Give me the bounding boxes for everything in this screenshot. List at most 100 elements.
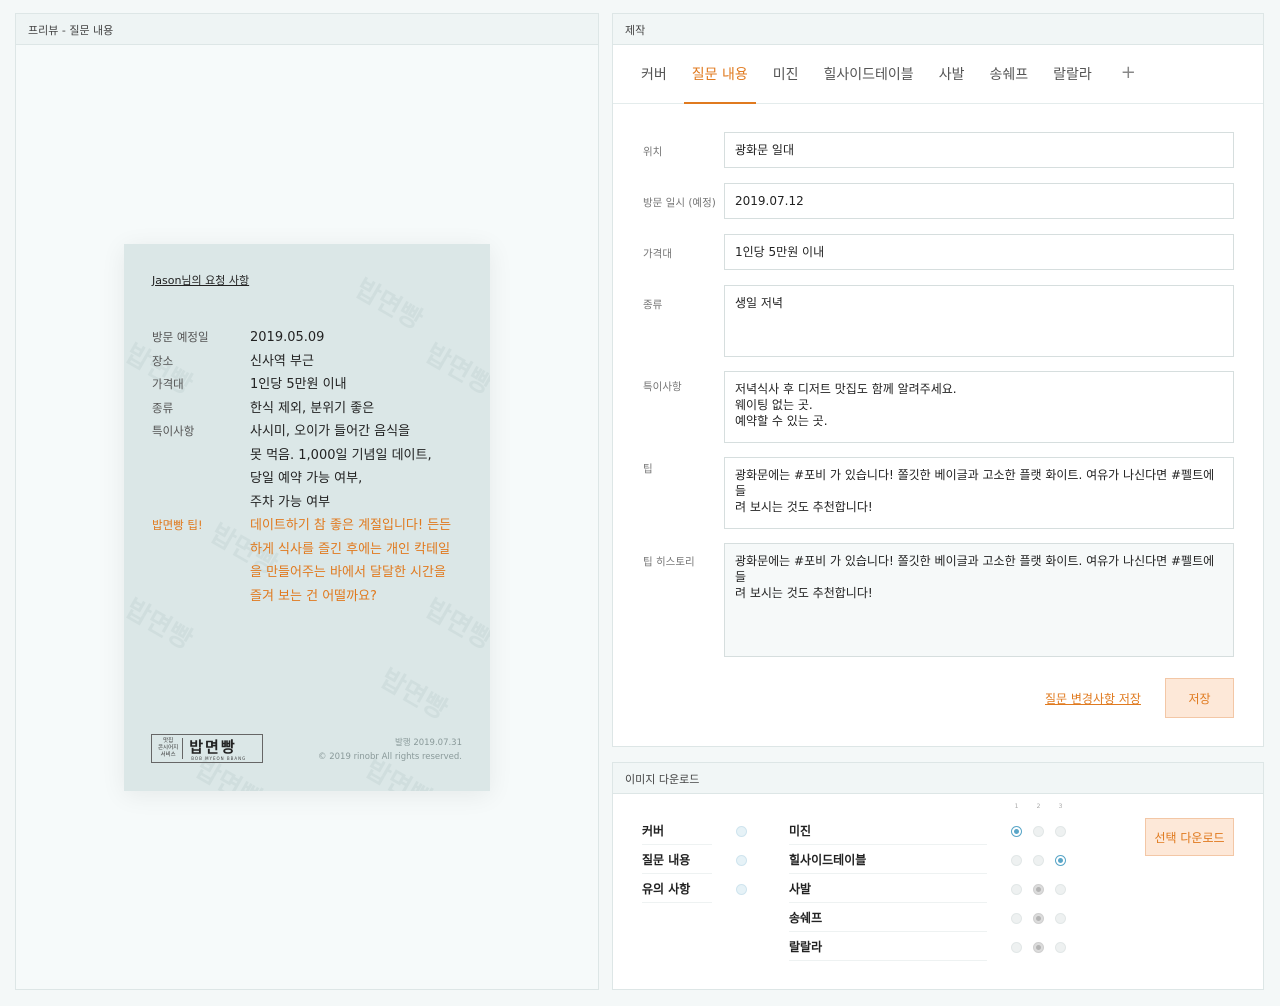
download-item: 유의 사항 — [642, 874, 712, 903]
card-row-line: 당일 예약 가능 여부, — [250, 471, 363, 486]
download-radio[interactable] — [736, 884, 747, 895]
download-radio[interactable] — [1011, 913, 1022, 924]
editor-header: 제작 — [613, 14, 1263, 45]
price-label: 가격대 — [643, 248, 672, 260]
download-item: 송쉐프 — [789, 903, 987, 932]
published-date: 발행 2019.07.31 — [394, 738, 462, 748]
tab-사발[interactable]: 사발 — [931, 46, 973, 103]
type-label: 종류 — [643, 299, 663, 311]
card-row-line: 주차 가능 여부 — [250, 494, 331, 510]
notes-textarea[interactable]: 저녁식사 후 디저트 맛집도 함께 알려주세요. 웨이팅 없는 곳. 예약할 수 있… — [724, 371, 1234, 443]
download-radio[interactable] — [736, 826, 747, 837]
download-radio[interactable] — [1011, 942, 1022, 953]
download-radio[interactable] — [1055, 884, 1066, 895]
download-radio[interactable] — [1011, 855, 1022, 866]
card-row-line: 즐겨 보는 건 어떨까요? — [250, 588, 377, 604]
card-rows: 방문 예정일 2019.05.09 장소 신사역 부근 가격대 1인당 5만원 이내 종류 한… — [152, 326, 472, 608]
card-row-key: 특이사항 — [152, 424, 195, 438]
download-radio[interactable] — [1033, 913, 1044, 924]
price-input[interactable]: 1인당 5만원 이내 — [724, 234, 1234, 270]
column-number: 3 — [1058, 803, 1063, 810]
card-title: Jason님의 요청 사항 — [152, 274, 250, 287]
card-row: 종류 한식 제외, 분위기 좋은 — [152, 397, 472, 421]
card-row: 장소 신사역 부근 — [152, 350, 472, 374]
download-radio[interactable] — [1055, 913, 1066, 924]
column-number: 1 — [1014, 803, 1019, 810]
card-row-line: 을 만들어주는 바에서 달달한 시간을 — [250, 565, 446, 580]
location-label: 위치 — [643, 146, 663, 158]
card-footer: 발행 2019.07.31 © 2019 rinobr All rights r… — [318, 736, 462, 764]
download-radio[interactable] — [1033, 942, 1044, 953]
save-button[interactable]: 저장 — [1165, 678, 1234, 718]
card-row-line: 2019.05.09 — [250, 330, 325, 345]
download-left-list: 커버 질문 내용 유의 사항 — [642, 816, 712, 903]
save-changes-link[interactable]: 질문 변경사항 저장 — [1045, 690, 1141, 707]
tip-history-label: 팁 히스토리 — [643, 556, 695, 568]
notes-line: 웨이팅 없는 곳. — [735, 398, 813, 412]
card-row-value: 2019.05.09 — [250, 326, 324, 350]
logo-sub: BOB MYEON BBANG — [191, 755, 247, 761]
card-row-key: 종류 — [152, 400, 174, 415]
notes-line: 저녁식사 후 디저트 맛집도 함께 알려주세요. — [735, 382, 957, 396]
card-row-line: 데이트하기 참 좋은 계절입니다! 든든 — [250, 518, 452, 533]
logo-small-line: 맛집 — [163, 738, 174, 744]
card-row-key: 장소 — [152, 353, 174, 368]
preview-panel: 프리뷰 - 질문 내용 밥면빵 밥면빵 밥면빵 밥면빵 밥면빵 밥면빵 밥면빵 밥면빵 밥면빵 … — [15, 13, 599, 990]
download-radio[interactable] — [1011, 826, 1022, 837]
tip-line: 려 보시는 것도 추천합니다! — [735, 500, 873, 514]
card-row-value: 한식 제외, 분위기 좋은 — [250, 397, 374, 421]
download-item: 미진 — [789, 816, 987, 845]
card-row-line: 한식 제외, 분위기 좋은 — [250, 400, 375, 416]
tip-textarea[interactable]: 광화문에는 #포비 가 있습니다! 쫄깃한 베이글과 고소한 플랫 화이트. 여… — [724, 457, 1234, 529]
card-row-value: 데이트하기 참 좋은 계절입니다! 든든하게 식사를 즐긴 후에는 개인 칵테일… — [250, 514, 451, 608]
visit-date-input[interactable]: 2019.07.12 — [724, 183, 1234, 219]
card-row-line: 사시미, 오이가 들어간 음식을 — [250, 424, 411, 439]
logo-small-line: 콘시어지 — [158, 745, 179, 751]
download-radio[interactable] — [1055, 855, 1066, 866]
download-radio[interactable] — [1011, 884, 1022, 895]
tab-미진[interactable]: 미진 — [765, 46, 807, 103]
download-radio[interactable] — [1033, 826, 1044, 837]
tab-커버[interactable]: 커버 — [633, 46, 675, 103]
download-header: 이미지 다운로드 — [613, 763, 1263, 794]
watermark-text: 밥면빵 — [375, 663, 453, 726]
tab-힐사이드테이블[interactable]: 힐사이드테이블 — [816, 46, 922, 103]
card-row: 가격대 1인당 5만원 이내 — [152, 373, 472, 397]
notes-label: 특이사항 — [643, 381, 682, 393]
type-textarea[interactable]: 생일 저녁 — [724, 285, 1234, 357]
download-panel: 이미지 다운로드 커버 질문 내용 유의 사항 미진 힐사이드테이블 사발 송쉐프 랄랄라 … — [612, 762, 1264, 990]
preview-header: 프리뷰 - 질문 내용 — [16, 14, 598, 45]
card-row-value: 사시미, 오이가 들어간 음식을못 먹음. 1,000일 기념일 데이트, 당일 … — [250, 420, 432, 514]
card-row-line: 1인당 5만원 이내 — [250, 377, 347, 392]
tip-history-line: 려 보시는 것도 추천합니다! — [735, 586, 873, 600]
download-item: 힐사이드테이블 — [789, 845, 987, 874]
download-radio[interactable] — [1055, 826, 1066, 837]
card-logo: 맛집 콘시어지 서비스 밥면빵 BOB MYEON BBANG — [151, 734, 263, 763]
notes-line: 예약할 수 있는 곳. — [735, 414, 828, 428]
location-input[interactable]: 광화문 일대 — [724, 132, 1234, 168]
download-item: 질문 내용 — [642, 845, 712, 874]
add-tab-button[interactable]: + — [1109, 46, 1146, 103]
tab-랄랄라[interactable]: 랄랄라 — [1045, 46, 1100, 103]
download-right-list: 미진 힐사이드테이블 사발 송쉐프 랄랄라 — [789, 816, 987, 961]
card-row-key: 밥면빵 팁! — [152, 518, 203, 532]
download-radio[interactable] — [1033, 884, 1044, 895]
download-radio[interactable] — [736, 855, 747, 866]
tip-line: 광화문에는 #포비 가 있습니다! 쫄깃한 베이글과 고소한 플랫 화이트. 여… — [735, 468, 1215, 498]
download-item: 커버 — [642, 816, 712, 845]
card-row-line: 하게 식사를 즐긴 후에는 개인 칵테일 — [250, 541, 451, 557]
tab-질문 내용[interactable]: 질문 내용 — [683, 46, 756, 104]
card-row-key: 가격대 — [152, 377, 184, 391]
preview-card: 밥면빵 밥면빵 밥면빵 밥면빵 밥면빵 밥면빵 밥면빵 밥면빵 밥면빵 Jason님의 요청 사… — [124, 244, 490, 791]
tip-label: 팁 — [643, 463, 653, 475]
selected-download-button[interactable]: 선택 다운로드 — [1145, 818, 1234, 856]
logo-small-line: 서비스 — [160, 752, 176, 758]
download-radio[interactable] — [1033, 855, 1044, 866]
tab-송쉐프[interactable]: 송쉐프 — [981, 46, 1036, 103]
card-row-line: 못 먹음. 1,000일 기념일 데이트, — [250, 447, 432, 463]
column-number: 2 — [1036, 803, 1041, 810]
logo-name: 밥면빵 — [189, 737, 237, 756]
download-radio[interactable] — [1055, 942, 1066, 953]
tip-history-box: 광화문에는 #포비 가 있습니다! 쫄깃한 베이글과 고소한 플랫 화이트. 여… — [724, 543, 1234, 657]
card-tip-row: 밥면빵 팁! 데이트하기 참 좋은 계절입니다! 든든하게 식사를 즐긴 후에는 … — [152, 514, 472, 608]
